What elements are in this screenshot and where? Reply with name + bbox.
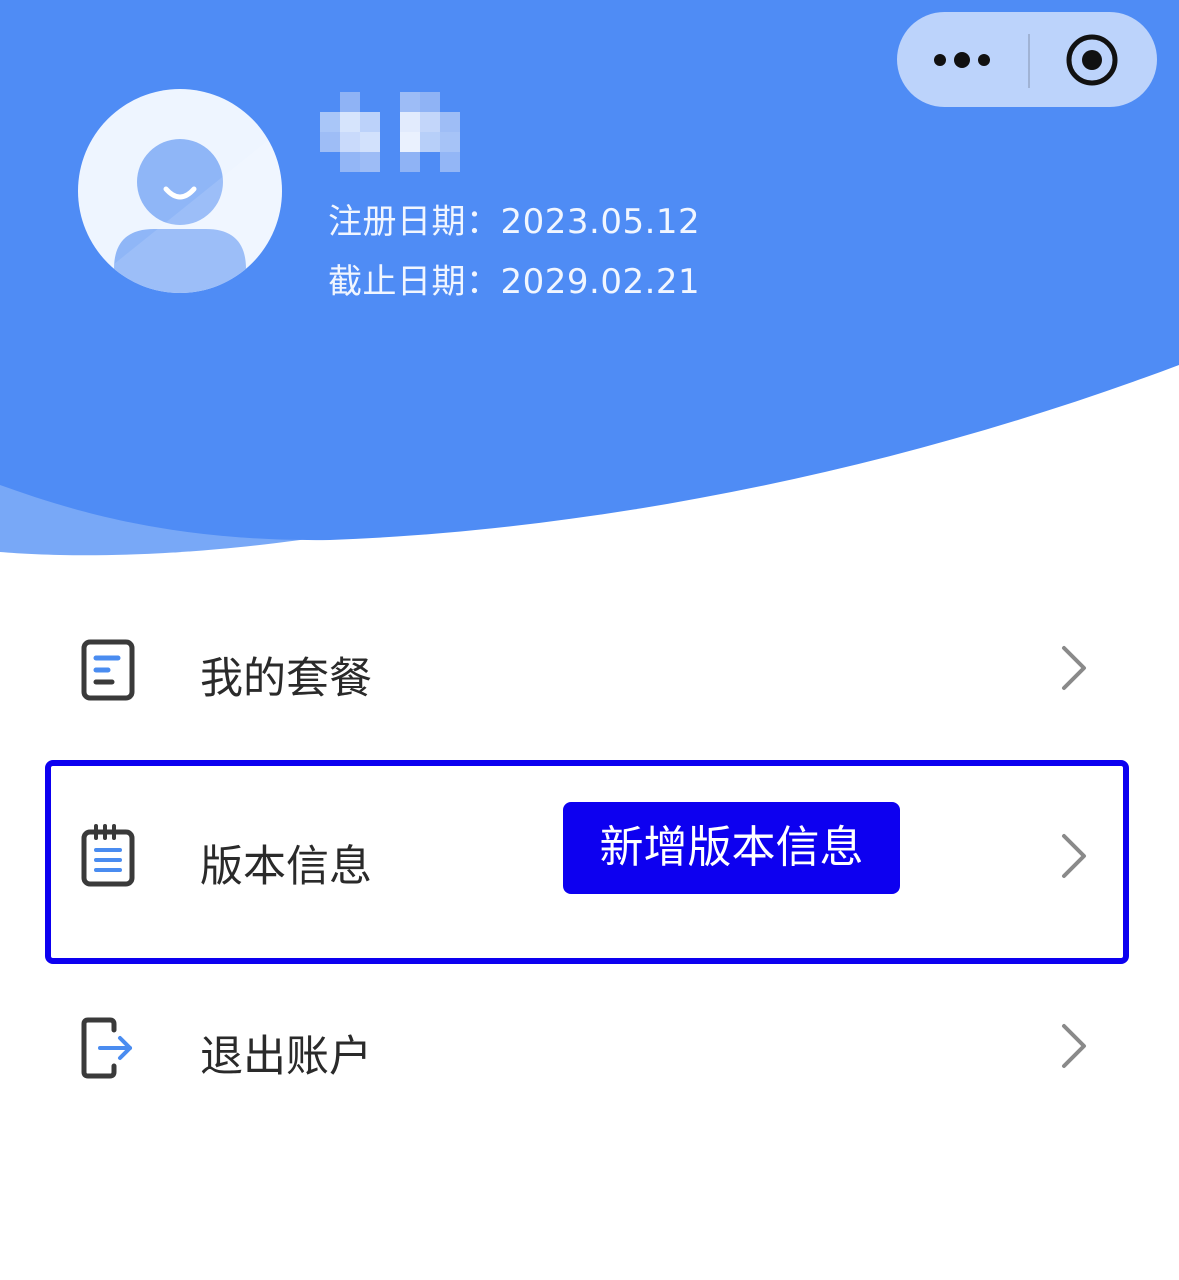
register-date-label: 注册日期： (328, 202, 501, 242)
profile-page: 用户 注册日期：2023.05.12 截止日期：2029.02.21 我的套餐 (0, 0, 1179, 1280)
user-avatar-icon (78, 129, 282, 293)
username: 用户 (320, 92, 460, 172)
expiry-date-line: 截止日期：2029.02.21 (328, 254, 700, 303)
menu-item-label: 退出账户 (200, 1032, 372, 1082)
miniprogram-capsule (897, 12, 1157, 107)
menu-item-label: 我的套餐 (200, 654, 372, 704)
package-doc-icon (81, 639, 135, 701)
expiry-date-label: 截止日期： (328, 262, 501, 302)
register-date-value: 2023.05.12 (500, 202, 701, 242)
chevron-right-icon (1062, 646, 1086, 690)
capsule-divider (1028, 34, 1030, 88)
target-close-icon (1066, 34, 1118, 85)
menu-item-logout[interactable]: 退出账户 (0, 980, 1179, 1120)
close-button[interactable] (1027, 12, 1157, 107)
logout-icon (81, 1017, 132, 1079)
more-dots-icon (934, 51, 990, 68)
avatar[interactable] (78, 89, 282, 293)
menu-item-my-package[interactable]: 我的套餐 (0, 600, 1179, 740)
chevron-right-icon (1062, 1024, 1086, 1068)
more-button[interactable] (897, 12, 1027, 107)
annotation-badge: 新增版本信息 (563, 802, 900, 894)
register-date-line: 注册日期：2023.05.12 (328, 194, 700, 243)
expiry-date-value: 2029.02.21 (500, 262, 701, 302)
